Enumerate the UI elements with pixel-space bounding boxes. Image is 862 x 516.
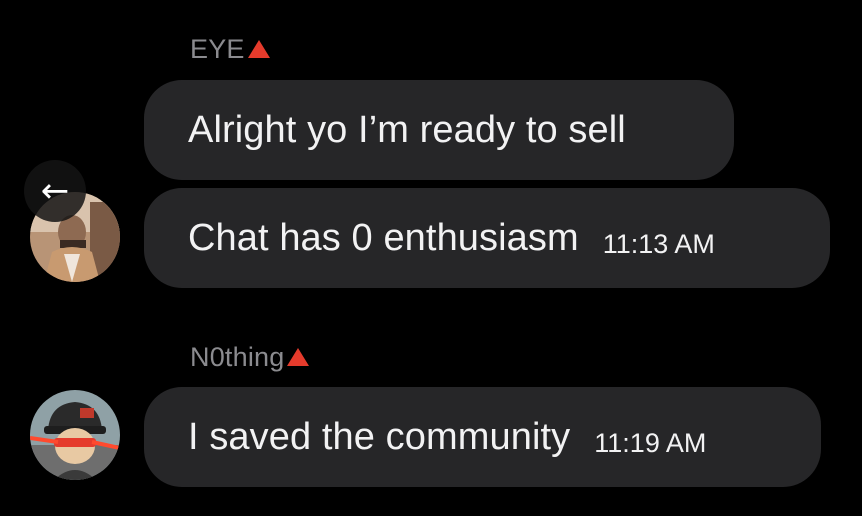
back-button[interactable]: ← bbox=[24, 160, 86, 222]
sender-name-nothing: N0thing bbox=[190, 342, 310, 373]
message-text: I saved the community bbox=[188, 415, 571, 458]
red-triangle-icon bbox=[287, 347, 310, 366]
sender-name-label: N0thing bbox=[190, 342, 285, 372]
sender-name-label: EYE bbox=[190, 34, 245, 64]
message-bubble[interactable]: Chat has 0 enthusiasm 11:13 AM bbox=[144, 188, 830, 288]
message-timestamp: 11:13 AM bbox=[602, 228, 715, 259]
message-bubble[interactable]: I saved the community 11:19 AM bbox=[144, 387, 821, 487]
message-text: Chat has 0 enthusiasm bbox=[188, 216, 579, 259]
chat-view: EYE Alright yo I’m ready to sell Chat ha… bbox=[0, 0, 862, 516]
red-triangle-icon bbox=[247, 39, 270, 58]
avatar[interactable] bbox=[30, 390, 120, 480]
message-bubble[interactable]: Alright yo I’m ready to sell bbox=[144, 80, 734, 180]
message-timestamp: 11:19 AM bbox=[594, 427, 707, 458]
avatar-image bbox=[30, 390, 120, 480]
sender-name-eye: EYE bbox=[190, 34, 270, 65]
message-text: Alright yo I’m ready to sell bbox=[188, 108, 626, 151]
arrow-left-icon: ← bbox=[40, 171, 70, 211]
